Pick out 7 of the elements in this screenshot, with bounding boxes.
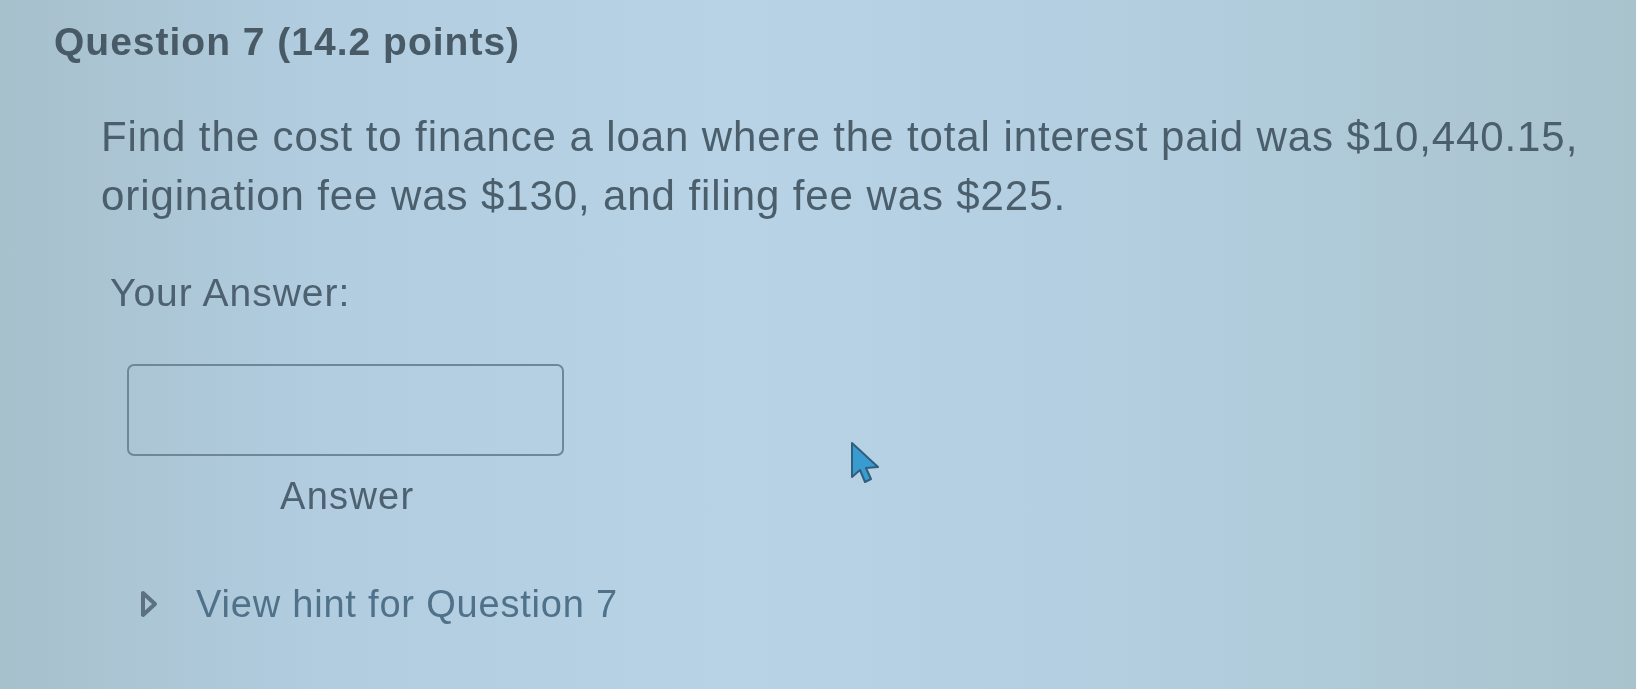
hint-toggle[interactable]: View hint for Question 7: [140, 582, 618, 626]
mouse-pointer-icon: [850, 441, 880, 484]
answer-field[interactable]: [127, 364, 564, 456]
question-title: Question 7 (14.2 points): [54, 20, 521, 64]
question-text: Find the cost to finance a loan where the total interest paid was $10,440.15, origination fee was $130, and filing fee was $225.: [101, 112, 1580, 221]
your-answer-label: Your Answer:: [110, 271, 351, 315]
answer-caption: Answer: [280, 475, 415, 517]
